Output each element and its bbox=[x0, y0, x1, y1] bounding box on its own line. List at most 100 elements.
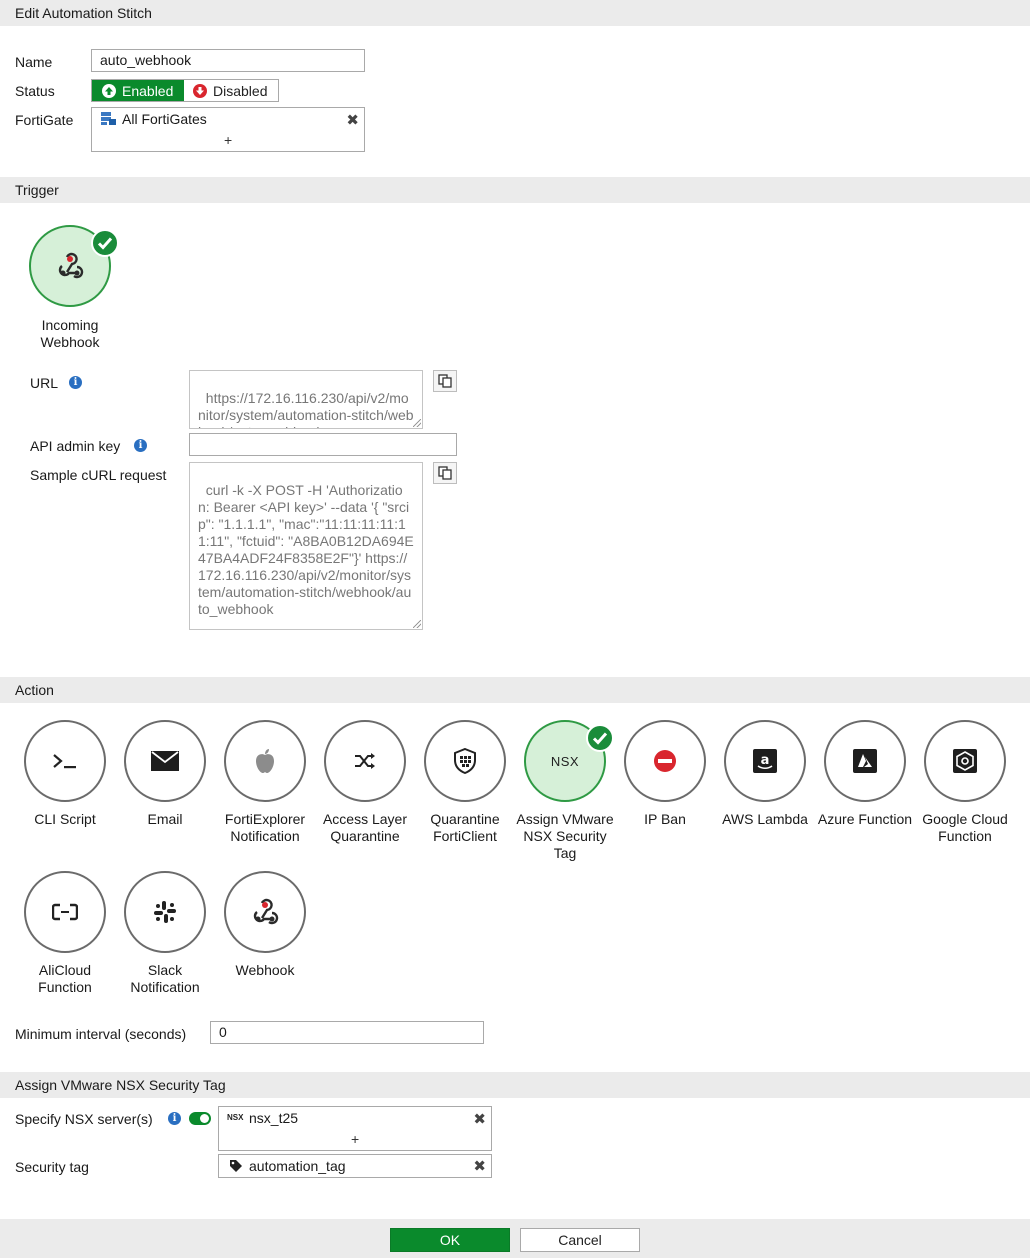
fortigate-remove-icon[interactable]: ✖ bbox=[346, 113, 359, 128]
fortigate-value: All FortiGates bbox=[122, 111, 207, 127]
action-tile-label: Quarantine FortiClient bbox=[430, 811, 500, 844]
toggle-knob bbox=[200, 1114, 209, 1123]
fortigate-select[interactable]: All FortiGates ✖ + bbox=[91, 107, 365, 152]
action-tile-fortiexplorer-notification[interactable] bbox=[224, 720, 306, 802]
nsx-server-add-icon[interactable]: + bbox=[351, 1132, 359, 1146]
url-info-icon[interactable]: i bbox=[69, 376, 82, 389]
action-tile-label: CLI Script bbox=[34, 811, 96, 827]
svg-text:a: a bbox=[761, 753, 770, 768]
action-tile-webhook[interactable] bbox=[224, 871, 306, 953]
action-tile-google-cloud-function[interactable] bbox=[924, 720, 1006, 802]
nsx-servers-label: Specify NSX server(s) bbox=[15, 1111, 153, 1127]
cancel-button[interactable]: Cancel bbox=[520, 1228, 640, 1252]
dialog-title-bar: Edit Automation Stitch bbox=[0, 0, 1030, 26]
name-input[interactable]: auto_webhook bbox=[91, 49, 365, 72]
nsx-server-remove-icon[interactable]: ✖ bbox=[473, 1112, 486, 1127]
security-tag-label: Security tag bbox=[15, 1159, 89, 1175]
api-key-input[interactable] bbox=[189, 433, 457, 456]
status-enabled-label: Enabled bbox=[122, 82, 174, 99]
action-section-header: Action bbox=[0, 677, 1030, 703]
status-disabled-button[interactable]: Disabled bbox=[184, 80, 278, 101]
action-tile-label: Google Cloud Function bbox=[922, 811, 1008, 844]
webhook-icon bbox=[58, 252, 84, 279]
action-tile-label: IP Ban bbox=[644, 811, 686, 827]
dialog-footer: OK Cancel bbox=[0, 1219, 1030, 1258]
action-tile-label: AliCloud Function bbox=[38, 962, 92, 995]
min-interval-input[interactable]: 0 bbox=[210, 1021, 484, 1044]
nsx-small-icon: NSX bbox=[227, 1113, 244, 1122]
azure-icon bbox=[853, 749, 877, 773]
envelope-icon bbox=[151, 751, 179, 771]
curl-textarea[interactable]: curl -k -X POST -H 'Authorization: Beare… bbox=[189, 462, 423, 630]
terminal-icon bbox=[53, 754, 76, 769]
curl-label: Sample cURL request bbox=[30, 467, 167, 483]
action-tile-label: AWS Lambda bbox=[722, 811, 808, 827]
no-entry-icon bbox=[654, 750, 676, 772]
action-tile-alicloud-function[interactable] bbox=[24, 871, 106, 953]
api-key-label: API admin key bbox=[30, 438, 121, 454]
trigger-header: Trigger bbox=[15, 182, 59, 198]
action-tile-label: Email bbox=[147, 811, 183, 827]
resize-grip-icon[interactable] bbox=[413, 620, 421, 628]
api-key-info-icon[interactable]: i bbox=[134, 439, 147, 452]
shuffle-icon bbox=[355, 753, 375, 769]
action-tile-cli-script[interactable] bbox=[24, 720, 106, 802]
action-tile-label: Webhook bbox=[235, 962, 295, 978]
trigger-section-header: Trigger bbox=[0, 177, 1030, 203]
curl-copy-button[interactable] bbox=[433, 462, 457, 484]
status-enabled-button[interactable]: Enabled bbox=[92, 80, 184, 101]
arrow-up-circle-icon bbox=[102, 83, 116, 98]
action-tile-ip-ban[interactable] bbox=[624, 720, 706, 802]
curl-value: curl -k -X POST -H 'Authorization: Beare… bbox=[198, 482, 414, 617]
slack-icon bbox=[154, 901, 176, 923]
action-tile-quarantine-forticlient[interactable] bbox=[424, 720, 506, 802]
min-interval-label: Minimum interval (seconds) bbox=[15, 1026, 187, 1042]
status-label: Status bbox=[15, 83, 55, 99]
copy-icon bbox=[438, 466, 452, 480]
nsx-icon: NSX bbox=[550, 753, 580, 769]
google-cloud-functions-icon bbox=[953, 749, 977, 773]
tag-icon bbox=[230, 1160, 242, 1172]
action-tile-slack-notification[interactable] bbox=[124, 871, 206, 953]
action-tile-label: Slack Notification bbox=[130, 962, 200, 995]
action-tile-azure-function[interactable] bbox=[824, 720, 906, 802]
alicloud-icon bbox=[52, 903, 78, 921]
nsx-servers-toggle[interactable] bbox=[189, 1112, 211, 1125]
name-label: Name bbox=[15, 54, 53, 70]
dialog-title: Edit Automation Stitch bbox=[15, 5, 152, 21]
fortigate-add-icon[interactable]: + bbox=[224, 133, 232, 147]
action-tile-label: FortiExplorer Notification bbox=[224, 811, 306, 844]
webhook-icon bbox=[253, 898, 279, 925]
ok-button[interactable]: OK bbox=[390, 1228, 510, 1252]
action-selected-check-icon bbox=[586, 724, 614, 752]
action-tile-email[interactable] bbox=[124, 720, 206, 802]
url-copy-button[interactable] bbox=[433, 370, 457, 392]
fortigate-label: FortiGate bbox=[15, 112, 74, 128]
url-label: URL bbox=[30, 375, 59, 391]
status-toggle: Enabled Disabled bbox=[91, 79, 279, 102]
action-tile-label: Access Layer Quarantine bbox=[322, 811, 408, 844]
trigger-tile-label: Incoming Webhook bbox=[40, 317, 100, 350]
nsx-servers-select[interactable]: NSX nsx_t25 ✖ + bbox=[218, 1106, 492, 1151]
forticlient-shield-icon bbox=[454, 748, 476, 774]
nsx-servers-info-icon[interactable]: i bbox=[168, 1112, 181, 1125]
action-header: Action bbox=[15, 682, 54, 698]
action-tile-aws-lambda[interactable]: a bbox=[724, 720, 806, 802]
copy-icon bbox=[438, 374, 452, 388]
amazon-icon: a bbox=[753, 749, 777, 773]
action-tile-access-layer-quarantine[interactable] bbox=[324, 720, 406, 802]
security-tag-select[interactable]: automation_tag ✖ bbox=[218, 1154, 492, 1178]
trigger-selected-check-icon bbox=[91, 229, 119, 257]
resize-grip-icon[interactable] bbox=[413, 419, 421, 427]
security-tag-remove-icon[interactable]: ✖ bbox=[473, 1159, 486, 1174]
url-value: https://172.16.116.230/api/v2/monitor/sy… bbox=[198, 390, 414, 428]
action-tile-label: Assign VMware NSX Security Tag bbox=[516, 811, 614, 861]
url-textarea[interactable]: https://172.16.116.230/api/v2/monitor/sy… bbox=[189, 370, 423, 429]
security-tag-value: automation_tag bbox=[249, 1158, 346, 1174]
nsx-section-header: Assign VMware NSX Security Tag bbox=[0, 1072, 1030, 1098]
arrow-down-circle-icon bbox=[193, 83, 207, 98]
apple-icon bbox=[256, 749, 274, 773]
nsx-server-value: nsx_t25 bbox=[249, 1110, 299, 1126]
fortigate-group-icon bbox=[101, 112, 116, 125]
action-tile-label: Azure Function bbox=[817, 811, 913, 827]
